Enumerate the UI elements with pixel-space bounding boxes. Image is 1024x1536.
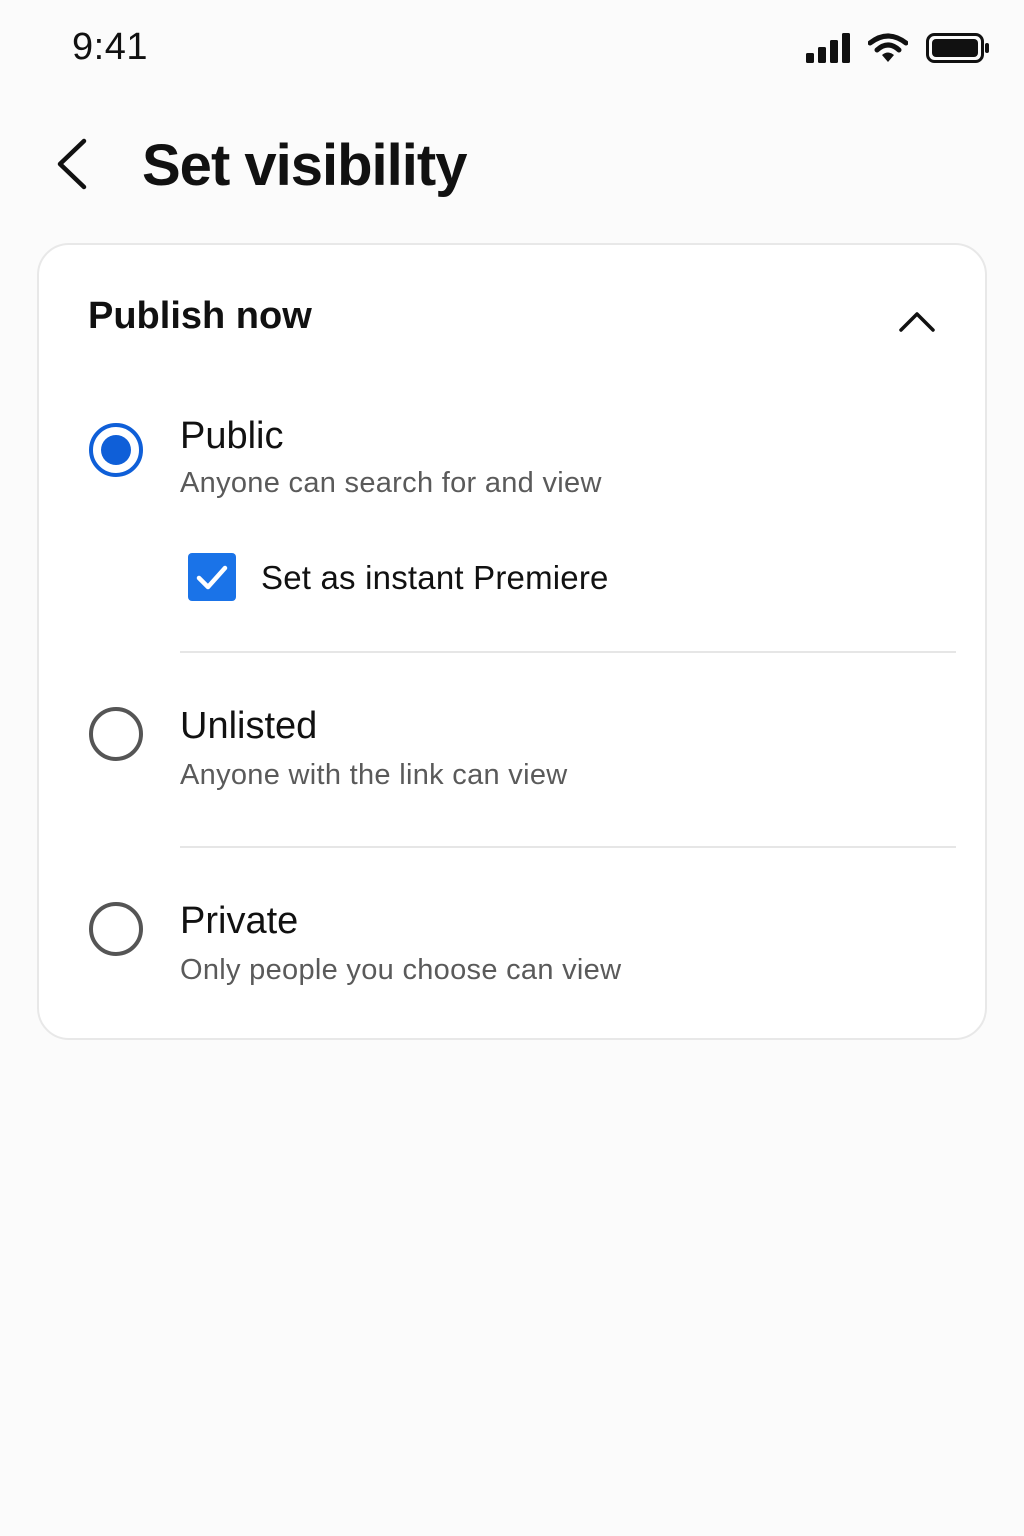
option-unlisted[interactable]: Unlisted Anyone with the link can view (39, 695, 985, 805)
option-public-description: Anyone can search for and view (180, 467, 602, 499)
status-bar: 9:41 (0, 0, 1024, 96)
visibility-card: Publish now Public Anyone can search for… (37, 243, 987, 1040)
radio-public[interactable] (89, 423, 143, 477)
option-private[interactable]: Private Only people you choose can view (39, 890, 985, 1000)
chevron-up-icon[interactable] (897, 301, 937, 341)
header: Set visibility (0, 110, 1024, 220)
status-icons (806, 28, 990, 68)
option-public-label: Public (180, 415, 284, 457)
option-unlisted-description: Anyone with the link can view (180, 759, 568, 791)
premiere-checkbox[interactable] (188, 553, 236, 601)
signal-icon (806, 33, 850, 63)
premiere-checkbox-row[interactable]: Set as instant Premiere (180, 551, 780, 611)
option-private-description: Only people you choose can view (180, 954, 622, 986)
status-time: 9:41 (72, 26, 148, 68)
radio-private[interactable] (89, 902, 143, 956)
card-title: Publish now (88, 295, 312, 337)
battery-icon (926, 33, 990, 63)
option-private-label: Private (180, 900, 299, 942)
divider (180, 846, 956, 848)
chevron-left-icon (54, 138, 90, 190)
radio-unlisted[interactable] (89, 707, 143, 761)
publish-now-header[interactable]: Publish now (39, 245, 985, 395)
checkmark-icon (196, 565, 228, 590)
divider (180, 651, 956, 653)
option-public[interactable]: Public Anyone can search for and view (39, 405, 985, 515)
page-title: Set visibility (142, 133, 467, 198)
option-unlisted-label: Unlisted (180, 705, 318, 747)
screen: 9:41 Set visibility Publish now Public A… (0, 0, 1024, 1536)
wifi-icon (867, 33, 909, 63)
premiere-checkbox-label: Set as instant Premiere (261, 559, 609, 596)
back-button[interactable] (40, 132, 104, 196)
